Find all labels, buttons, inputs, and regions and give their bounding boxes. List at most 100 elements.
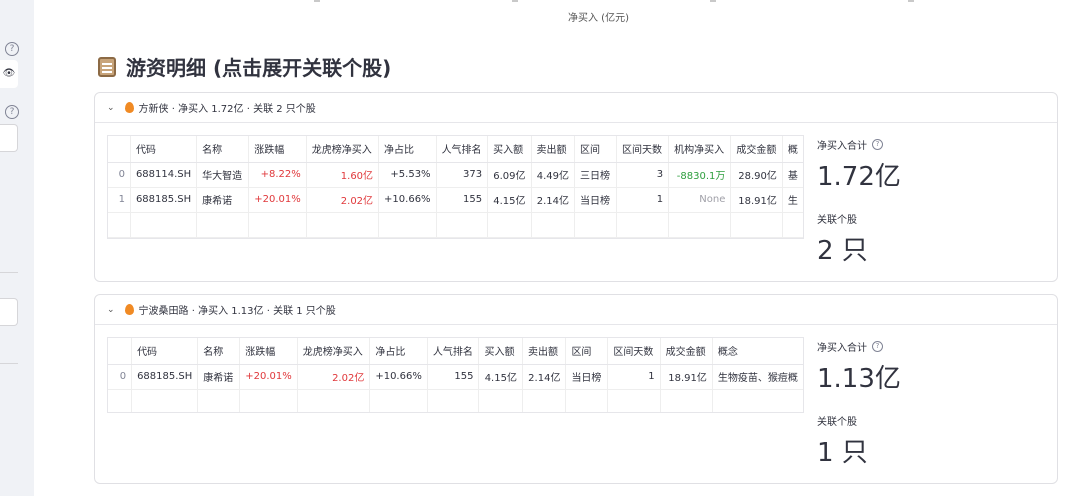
expander-header[interactable]: ⌄ 宁波桑田路 · 净买入 1.13亿 · 关联 1 只个股 [95,295,1057,325]
page-title: 游资明细 (点击展开关联个股) [98,52,391,81]
metric-value: 1.72亿 [817,162,901,192]
expander-header-label: 方新侠 · 净买入 1.72亿 · 关联 2 只个股 [138,104,316,115]
cell-turnover: 28.90亿 [730,162,783,188]
column-header[interactable]: 净占比 [378,136,437,163]
help-circle-icon[interactable]: ? [5,42,19,56]
cell-name: 康希诺 [197,364,241,390]
column-header[interactable]: 买入额 [487,136,532,163]
row-index: 0 [108,364,133,390]
axis-tick [710,0,716,2]
expander-fangxinxia: ⌄ 方新侠 · 净买入 1.72亿 · 关联 2 只个股 代码 名称 涨跌幅 龙… [94,92,1058,282]
chevron-down-icon[interactable]: ⌄ [107,103,115,113]
table-header-row: 代码 名称 涨跌幅 龙虎榜净买入 净占比 人气排名 买入额 卖出额 区间 区间天… [108,136,803,163]
clipboard-icon [98,56,116,77]
cell-inst-net-buy: None [668,187,732,213]
cell-buy-amount: 4.15亿 [478,364,523,390]
metrics-panel: 净买入合计 ? 1.72亿 关联个股 2 只 [817,137,901,267]
cell-range: 当日榜 [574,187,618,213]
axis-tick [512,0,518,2]
table-row[interactable]: 1 688185.SH 康希诺 +20.01% 2.02亿 +10.66% 15… [108,187,803,213]
sidebar-input[interactable] [0,124,18,152]
column-header[interactable] [108,338,133,365]
metric-label-text: 关联个股 [817,417,857,428]
column-header[interactable]: 龙虎榜净买入 [297,338,371,365]
cell-concept: 基 [782,162,803,188]
stock-table[interactable]: 代码 名称 涨跌幅 龙虎榜净买入 净占比 人气排名 买入额 卖出额 区间 区间天… [107,337,804,413]
cell-sell-amount: 2.14亿 [531,187,575,213]
cell-popularity: 155 [427,364,480,390]
stock-table-grid: 代码 名称 涨跌幅 龙虎榜净买入 净占比 人气排名 买入额 卖出额 区间 区间天… [108,136,803,238]
cell-sell-amount: 2.14亿 [522,364,567,390]
cell-code: 688114.SH [130,162,198,188]
page-title-text: 游资明细 (点击展开关联个股) [126,56,392,80]
metric-label: 净买入合计 ? [817,137,901,152]
column-header[interactable]: 卖出额 [522,338,567,365]
stock-table[interactable]: 代码 名称 涨跌幅 龙虎榜净买入 净占比 人气排名 买入额 卖出额 区间 区间天… [107,135,804,239]
metric-value: 2 只 [817,236,868,266]
column-header[interactable]: 涨跌幅 [239,338,298,365]
column-header[interactable]: 龙虎榜净买入 [306,136,380,163]
column-header[interactable]: 机构净买入 [668,136,732,163]
row-index: 1 [108,187,131,213]
cell-net-ratio: +10.66% [369,364,428,390]
cell-net-ratio: +5.53% [378,162,437,188]
stock-table-grid: 代码 名称 涨跌幅 龙虎榜净买入 净占比 人气排名 买入额 卖出额 区间 区间天… [108,338,803,412]
cell-code: 688185.SH [130,187,198,213]
column-header[interactable] [108,136,131,163]
expander-header[interactable]: ⌄ 方新侠 · 净买入 1.72亿 · 关联 2 只个股 [95,93,1057,123]
sidebar-select[interactable] [0,298,18,326]
sidebar-divider [0,272,18,273]
help-circle-icon[interactable]: ? [872,139,883,150]
metric-label-text: 净买入合计 [817,141,867,152]
metric-label-text: 净买入合计 [817,343,867,354]
column-header[interactable]: 区间 [574,136,618,163]
column-header[interactable]: 买入额 [478,338,523,365]
cell-code: 688185.SH [131,364,199,390]
column-header[interactable]: 代码 [131,338,199,365]
metric-label: 关联个股 [817,413,901,428]
metric-label-text: 关联个股 [817,215,857,226]
cell-net-buy: 1.60亿 [306,162,380,188]
cell-sell-amount: 4.49亿 [531,162,575,188]
column-header[interactable]: 涨跌幅 [248,136,307,163]
help-circle-icon[interactable]: ? [872,341,883,352]
fire-icon [124,304,134,315]
chevron-down-icon[interactable]: ⌄ [107,305,115,315]
column-header[interactable]: 净占比 [369,338,428,365]
cell-range-days: 3 [616,162,670,188]
column-header[interactable]: 卖出额 [531,136,575,163]
column-header[interactable]: 成交金额 [660,338,713,365]
cell-range: 当日榜 [565,364,609,390]
column-header[interactable]: 人气排名 [436,136,489,163]
cell-name: 华大智造 [196,162,250,188]
column-header[interactable]: 概念 [712,338,803,365]
help-circle-icon[interactable]: ? [5,105,19,119]
column-header[interactable]: 概 [782,136,803,163]
table-row[interactable]: 0 688114.SH 华大智造 +8.22% 1.60亿 +5.53% 373… [108,162,803,188]
column-header[interactable]: 区间天数 [616,136,670,163]
row-index: 0 [108,162,131,188]
cell-change: +20.01% [248,187,307,213]
metric-label: 净买入合计 ? [817,339,901,354]
column-header[interactable]: 成交金额 [730,136,783,163]
metric-label: 关联个股 [817,211,901,226]
axis-tick [314,0,320,2]
cell-buy-amount: 4.15亿 [487,187,532,213]
cell-change: +20.01% [239,364,298,390]
axis-tick [908,0,914,2]
column-header[interactable]: 区间天数 [607,338,661,365]
cell-inst-net-buy: -8830.1万 [668,162,732,188]
column-header[interactable]: 名称 [197,338,241,365]
column-header[interactable]: 人气排名 [427,338,480,365]
column-header[interactable]: 区间 [565,338,609,365]
eye-icon[interactable]: 👁 [0,60,18,88]
column-header[interactable]: 代码 [130,136,198,163]
cell-buy-amount: 6.09亿 [487,162,532,188]
expander-header-label: 宁波桑田路 · 净买入 1.13亿 · 关联 1 只个股 [138,306,336,317]
cell-popularity: 155 [436,187,489,213]
table-row[interactable]: 0 688185.SH 康希诺 +20.01% 2.02亿 +10.66% 15… [108,364,803,390]
column-header[interactable]: 名称 [196,136,250,163]
table-row-empty [108,389,803,412]
cell-net-buy: 2.02亿 [306,187,380,213]
metrics-panel: 净买入合计 ? 1.13亿 关联个股 1 只 [817,339,901,469]
